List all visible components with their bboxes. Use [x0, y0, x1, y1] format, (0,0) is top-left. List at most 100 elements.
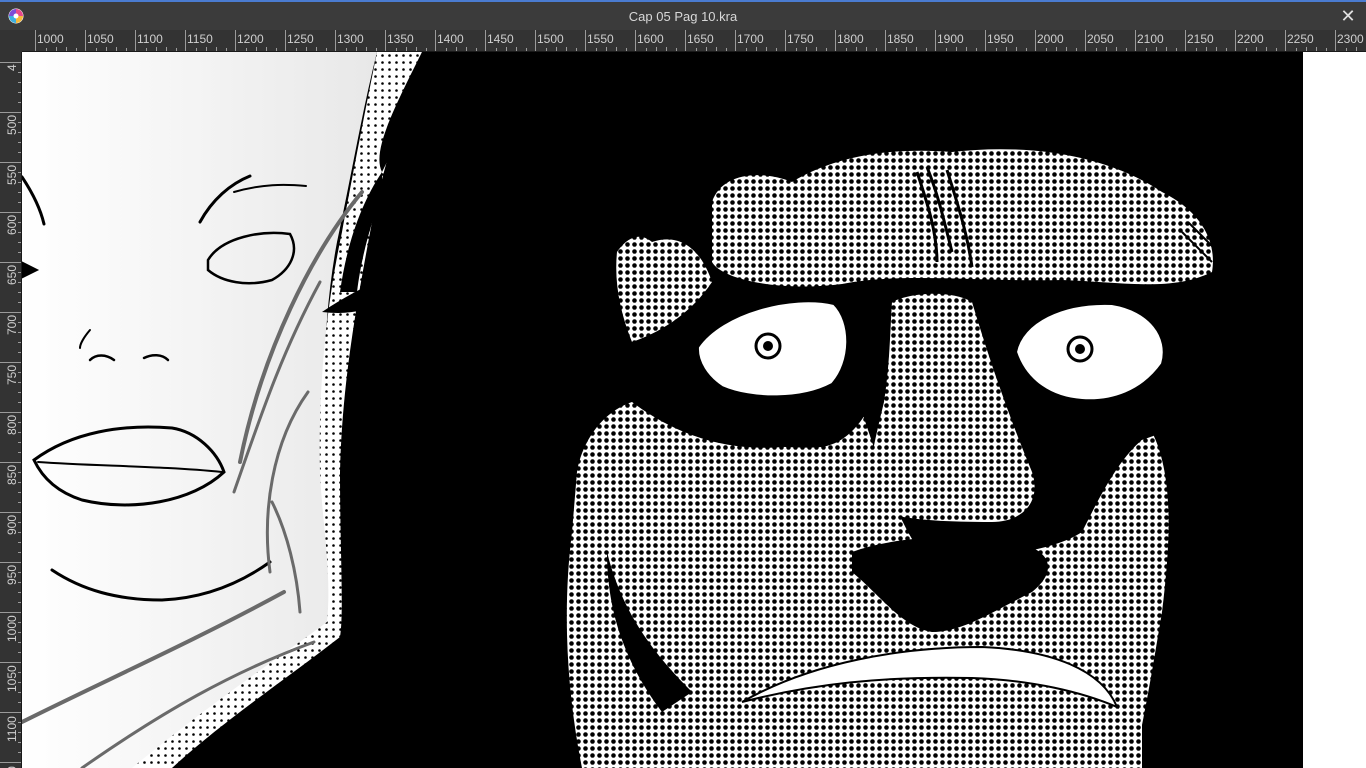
ruler-minor-tick: [866, 47, 867, 51]
ruler-minor-tick: [18, 172, 21, 173]
ruler-minor-tick: [18, 472, 21, 473]
ruler-label: 750: [5, 364, 19, 385]
ruler-minor-tick: [18, 252, 21, 253]
ruler-minor-tick: [18, 232, 21, 233]
ruler-minor-tick: [1356, 47, 1357, 51]
ruler-major-tick: [0, 712, 21, 713]
ruler-minor-tick: [806, 47, 807, 51]
ruler-major-tick: [0, 312, 21, 313]
ruler-minor-tick: [176, 48, 177, 51]
ruler-label: 650: [5, 264, 19, 285]
ruler-minor-tick: [256, 47, 257, 51]
ruler-minor-tick: [576, 48, 577, 51]
ruler-minor-tick: [406, 47, 407, 51]
ruler-label: 1650: [687, 32, 714, 46]
ruler-minor-tick: [18, 422, 21, 423]
ruler-minor-tick: [776, 48, 777, 51]
ruler-major-tick: [885, 30, 886, 51]
ruler-minor-tick: [666, 47, 667, 51]
ruler-minor-tick: [616, 47, 617, 51]
ruler-minor-tick: [1316, 47, 1317, 51]
ruler-minor-tick: [18, 132, 21, 133]
ruler-minor-tick: [306, 47, 307, 51]
vertical-ruler[interactable]: 4 500 550 600 650 700 750 800 850 900 950 1000 1050 1…: [0, 52, 22, 768]
ruler-minor-tick: [726, 48, 727, 51]
ruler-minor-tick: [18, 492, 21, 493]
ruler-minor-tick: [996, 48, 997, 51]
ruler-minor-tick: [18, 152, 21, 153]
ruler-minor-tick: [18, 592, 21, 593]
ruler-minor-tick: [18, 652, 21, 653]
ruler-minor-tick: [456, 47, 457, 51]
ruler-minor-tick: [18, 522, 21, 523]
ruler-label: 1100: [5, 716, 19, 742]
ruler-major-tick: [635, 30, 636, 51]
ruler-major-tick: [785, 30, 786, 51]
ruler-minor-tick: [1346, 48, 1347, 51]
ruler-minor-tick: [18, 432, 21, 433]
ruler-minor-tick: [976, 48, 977, 51]
ruler-minor-tick: [316, 47, 317, 51]
ruler-label: 700: [5, 314, 19, 335]
ruler-minor-tick: [916, 47, 917, 51]
ruler-minor-tick: [276, 48, 277, 51]
close-icon: ✕: [1340, 6, 1356, 26]
ruler-minor-tick: [226, 48, 227, 51]
ruler-label: 1950: [987, 32, 1014, 46]
ruler-minor-tick: [746, 48, 747, 51]
ruler-minor-tick: [18, 332, 21, 333]
ruler-label: 2050: [1087, 32, 1114, 46]
ruler-minor-tick: [18, 182, 21, 183]
ruler-minor-tick: [966, 47, 967, 51]
ruler-major-tick: [285, 30, 286, 51]
ruler-minor-tick: [18, 372, 21, 373]
ruler-minor-tick: [216, 47, 217, 51]
ruler-minor-tick: [1106, 47, 1107, 51]
ruler-minor-tick: [18, 222, 21, 223]
ruler-major-tick: [1285, 30, 1286, 51]
title-bar[interactable]: Cap 05 Pag 10.kra ✕: [0, 0, 1366, 30]
ruler-major-tick: [1085, 30, 1086, 51]
ruler-minor-tick: [1156, 47, 1157, 51]
ruler-minor-tick: [18, 542, 21, 543]
ruler-label: 1450: [487, 32, 514, 46]
ruler-minor-tick: [1116, 47, 1117, 51]
ruler-minor-tick: [1146, 48, 1147, 51]
ruler-minor-tick: [676, 48, 677, 51]
ruler-major-tick: [0, 512, 21, 513]
ruler-minor-tick: [156, 47, 157, 51]
ruler-major-tick: [685, 30, 686, 51]
ruler-major-tick: [835, 30, 836, 51]
ruler-minor-tick: [18, 482, 21, 483]
ruler-major-tick: [235, 30, 236, 51]
ruler-major-tick: [0, 562, 21, 563]
ruler-label: 1200: [237, 32, 264, 46]
ruler-corner: [0, 30, 22, 52]
ruler-minor-tick: [716, 47, 717, 51]
ruler-minor-tick: [18, 692, 21, 693]
ruler-label: 850: [5, 464, 19, 485]
ruler-minor-tick: [18, 682, 21, 683]
ruler-major-tick: [585, 30, 586, 51]
ruler-label: 1550: [587, 32, 614, 46]
ruler-major-tick: [935, 30, 936, 51]
ruler-major-tick: [0, 412, 21, 413]
horizontal-ruler[interactable]: 1000 1050 1100 1150 1200 1250 1300 1350 1400 1450…: [22, 30, 1366, 52]
window-title: Cap 05 Pag 10.kra: [628, 9, 738, 24]
ruler-major-tick: [985, 30, 986, 51]
ruler-minor-tick: [18, 192, 21, 193]
ruler-minor-tick: [18, 742, 21, 743]
ruler-minor-tick: [506, 47, 507, 51]
ruler-minor-tick: [18, 452, 21, 453]
ruler-minor-tick: [18, 292, 21, 293]
ruler-minor-tick: [1006, 47, 1007, 51]
krita-window: Cap 05 Pag 10.kra ✕ 1000 1050 1100 1150 1200…: [0, 0, 1366, 768]
ruler-label: 1750: [787, 32, 814, 46]
ruler-label: 500: [5, 114, 19, 135]
ruler-major-tick: [0, 612, 21, 613]
drawing-canvas[interactable]: [22, 52, 1366, 768]
ruler-minor-tick: [46, 48, 47, 51]
close-button[interactable]: ✕: [1338, 6, 1358, 26]
ruler-label: 1400: [437, 32, 464, 46]
ruler-label: 2150: [1187, 32, 1214, 46]
